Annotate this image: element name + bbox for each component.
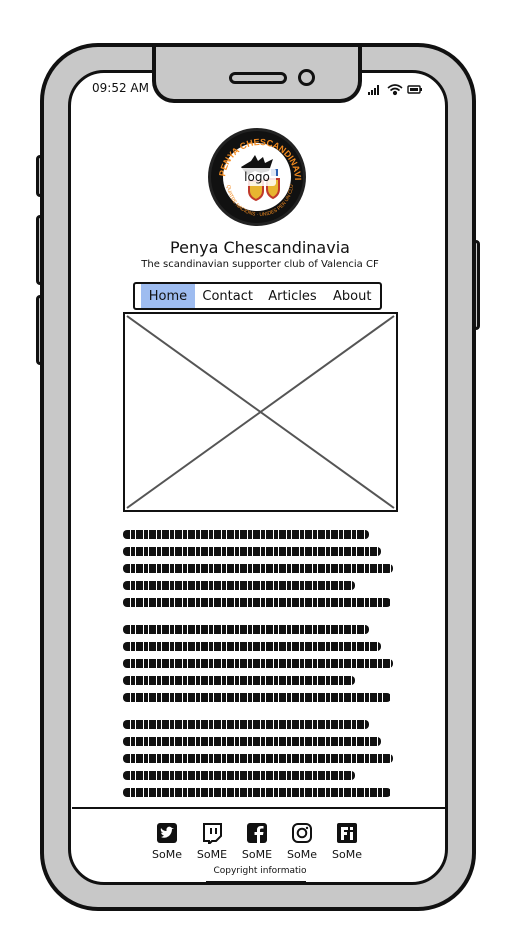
status-time: 09:52 AM	[92, 81, 149, 95]
social-link-twitter[interactable]: SoMe	[147, 822, 187, 861]
text-line-placeholder	[123, 581, 355, 590]
text-line-placeholder	[123, 659, 393, 668]
social-link-twitch[interactable]: SoME	[192, 822, 232, 861]
text-line-placeholder	[123, 642, 381, 651]
social-label: SoME	[241, 848, 273, 861]
signal-icon	[368, 85, 379, 95]
text-line-placeholder	[123, 530, 369, 539]
copyright-underline	[206, 881, 306, 883]
text-line-placeholder	[123, 720, 369, 729]
nav-item-articles[interactable]: Articles	[261, 284, 325, 308]
speaker-icon	[229, 72, 287, 84]
battery-icon	[407, 85, 422, 94]
social-label: SoMe	[332, 848, 362, 861]
nav-item-contact[interactable]: Contact	[195, 284, 261, 308]
nav-item-about[interactable]: About	[324, 284, 380, 308]
twitch-icon	[203, 823, 222, 844]
text-line-placeholder	[123, 788, 391, 797]
site-title: Penya Chescandinavia	[170, 238, 350, 257]
copyright-text[interactable]: Copyright informatio	[0, 866, 520, 876]
text-line-placeholder	[123, 771, 355, 780]
text-line-placeholder	[123, 598, 391, 607]
wifi-icon	[387, 84, 403, 96]
hero-image-placeholder	[123, 312, 398, 512]
footer-divider	[72, 807, 448, 809]
nav-item-home[interactable]: Home	[141, 284, 195, 308]
text-line-placeholder	[123, 754, 393, 763]
text-line-placeholder	[123, 564, 393, 573]
social-link-instagram[interactable]: SoMe	[282, 822, 322, 861]
social-label: SoMe	[287, 848, 317, 861]
text-line-placeholder	[123, 737, 381, 746]
status-icons	[368, 84, 422, 96]
twitter-icon	[157, 823, 177, 843]
text-line-placeholder	[123, 693, 391, 702]
foursquare-icon	[337, 823, 357, 843]
site-subtitle: The scandinavian supporter club of Valen…	[141, 259, 379, 270]
social-label: SoMe	[152, 848, 182, 861]
text-line-placeholder	[123, 625, 369, 634]
instagram-icon	[292, 823, 312, 843]
text-line-placeholder	[123, 547, 381, 556]
main-nav: Home Contact Articles About	[133, 282, 382, 310]
paragraph-placeholder	[123, 720, 398, 805]
social-link-facebook[interactable]: SoME	[237, 822, 277, 861]
paragraph-placeholder	[123, 530, 398, 615]
facebook-icon	[247, 823, 267, 843]
social-link-foursquare[interactable]: SoMe	[327, 822, 367, 861]
text-line-placeholder	[123, 676, 355, 685]
logo-placeholder-label: logo	[238, 168, 276, 186]
social-label: SoME	[196, 848, 228, 861]
camera-icon	[298, 69, 315, 86]
image-placeholder-icon	[126, 315, 395, 509]
paragraph-placeholder	[123, 625, 398, 710]
